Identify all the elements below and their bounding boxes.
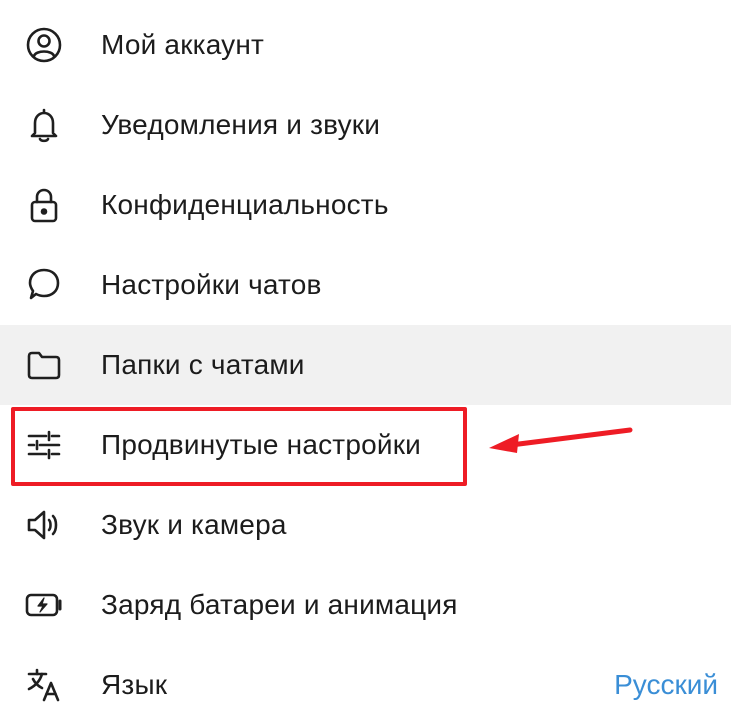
chat-bubble-icon [24,265,64,305]
menu-item-label: Настройки чатов [101,269,322,300]
settings-menu: Мой аккаунт Уведомления и звуки Конфиден… [0,5,731,721]
bell-icon [24,105,64,145]
language-value[interactable]: Русский [614,669,718,701]
menu-item-label: Уведомления и звуки [101,109,381,140]
menu-item-label: Папки с чатами [101,349,305,380]
menu-item-language[interactable]: Язык Русский [0,645,731,721]
menu-item-label: Конфиденциальность [101,189,389,220]
menu-item-label: Заряд батареи и анимация [101,589,458,620]
translate-icon [24,665,64,705]
sliders-icon [24,425,64,465]
menu-item-notifications[interactable]: Уведомления и звуки [0,85,731,165]
menu-item-label: Звук и камера [101,509,287,540]
speaker-icon [24,505,64,545]
account-icon [24,25,64,65]
menu-item-advanced-settings[interactable]: Продвинутые настройки [0,405,731,485]
folder-icon [24,345,64,385]
battery-icon [24,585,64,625]
menu-item-label: Язык [101,669,168,700]
menu-item-chat-settings[interactable]: Настройки чатов [0,245,731,325]
menu-item-privacy[interactable]: Конфиденциальность [0,165,731,245]
menu-item-battery-animation[interactable]: Заряд батареи и анимация [0,565,731,645]
menu-item-label: Продвинутые настройки [101,429,422,460]
menu-item-chat-folders[interactable]: Папки с чатами [0,325,731,405]
menu-item-label: Мой аккаунт [101,29,265,60]
menu-item-my-account[interactable]: Мой аккаунт [0,5,731,85]
lock-icon [24,185,64,225]
menu-item-sound-camera[interactable]: Звук и камера [0,485,731,565]
